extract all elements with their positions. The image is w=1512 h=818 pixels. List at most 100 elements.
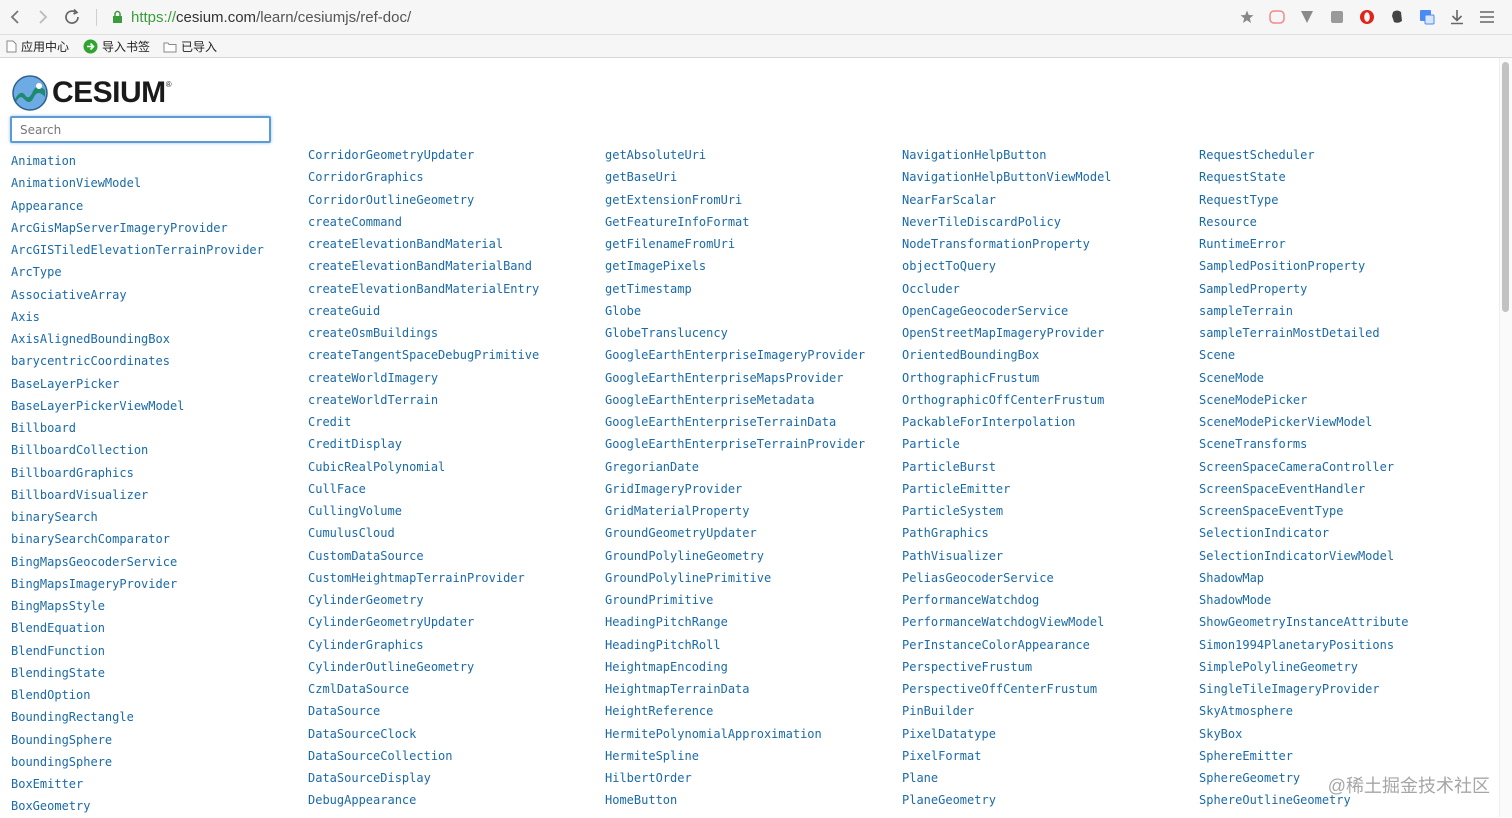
api-link[interactable]: CumulusCloud bbox=[308, 522, 539, 544]
api-link[interactable]: PerformanceWatchdog bbox=[902, 589, 1112, 611]
api-link[interactable]: PinBuilder bbox=[902, 700, 1112, 722]
api-link[interactable]: HilbertOrder bbox=[605, 767, 865, 789]
api-link[interactable]: GoogleEarthEnterpriseTerrainData bbox=[605, 411, 865, 433]
api-link[interactable]: binarySearch bbox=[11, 506, 264, 528]
api-link[interactable]: HeightReference bbox=[605, 700, 865, 722]
api-link[interactable]: CylinderGraphics bbox=[308, 634, 539, 656]
pocket-icon[interactable] bbox=[1262, 6, 1292, 28]
api-link[interactable]: PackableForInterpolation bbox=[902, 411, 1112, 433]
api-link[interactable]: SelectionIndicator bbox=[1199, 522, 1409, 544]
puzzle-icon[interactable] bbox=[1322, 6, 1352, 28]
api-link[interactable]: PerformanceWatchdogViewModel bbox=[902, 611, 1112, 633]
api-link[interactable]: getFilenameFromUri bbox=[605, 233, 865, 255]
api-link[interactable]: HeadingPitchRange bbox=[605, 611, 865, 633]
api-link[interactable]: NavigationHelpButtonViewModel bbox=[902, 166, 1112, 188]
api-link[interactable]: BlendEquation bbox=[11, 617, 264, 639]
api-link[interactable]: CullingVolume bbox=[308, 500, 539, 522]
star-icon[interactable] bbox=[1232, 6, 1262, 28]
api-link[interactable]: CorridorOutlineGeometry bbox=[308, 189, 539, 211]
api-link[interactable]: OpenCageGeocoderService bbox=[902, 300, 1112, 322]
api-link[interactable]: PlaneGeometry bbox=[902, 789, 1112, 811]
api-link[interactable]: ParticleSystem bbox=[902, 500, 1112, 522]
api-link[interactable]: Occluder bbox=[902, 278, 1112, 300]
api-link[interactable]: HermiteSpline bbox=[605, 745, 865, 767]
api-link[interactable]: Billboard bbox=[11, 417, 264, 439]
api-link[interactable]: BingMapsStyle bbox=[11, 595, 264, 617]
api-link[interactable]: getExtensionFromUri bbox=[605, 189, 865, 211]
api-link[interactable]: AnimationViewModel bbox=[11, 172, 264, 194]
api-link[interactable]: ArcType bbox=[11, 261, 264, 283]
bookmark-imported-folder[interactable]: 已导入 bbox=[163, 38, 217, 55]
api-link[interactable]: AssociativeArray bbox=[11, 284, 264, 306]
api-link[interactable]: CylinderGeometryUpdater bbox=[308, 611, 539, 633]
menu-icon[interactable] bbox=[1472, 6, 1502, 28]
api-link[interactable]: Resource bbox=[1199, 211, 1409, 233]
translate-icon[interactable] bbox=[1412, 6, 1442, 28]
scrollbar-thumb[interactable] bbox=[1502, 62, 1509, 312]
api-link[interactable]: createWorldTerrain bbox=[308, 389, 539, 411]
api-link[interactable]: SceneModePicker bbox=[1199, 389, 1409, 411]
reload-icon[interactable] bbox=[63, 8, 81, 26]
api-link[interactable]: OrthographicOffCenterFrustum bbox=[902, 389, 1112, 411]
api-link[interactable]: ArcGISTiledElevationTerrainProvider bbox=[11, 239, 264, 261]
api-link[interactable]: ShadowMap bbox=[1199, 567, 1409, 589]
opera-icon[interactable] bbox=[1352, 6, 1382, 28]
api-link[interactable]: getTimestamp bbox=[605, 278, 865, 300]
api-link[interactable]: CreditDisplay bbox=[308, 433, 539, 455]
api-link[interactable]: ParticleBurst bbox=[902, 456, 1112, 478]
api-link[interactable]: ScreenSpaceEventType bbox=[1199, 500, 1409, 522]
bookmark-app-center[interactable]: 应用中心 bbox=[6, 38, 69, 55]
api-link[interactable]: createElevationBandMaterialEntry bbox=[308, 278, 539, 300]
api-link[interactable]: SampledProperty bbox=[1199, 278, 1409, 300]
api-link[interactable]: SampledPositionProperty bbox=[1199, 255, 1409, 277]
api-link[interactable]: BillboardCollection bbox=[11, 439, 264, 461]
api-link[interactable]: RequestScheduler bbox=[1199, 144, 1409, 166]
shield-icon[interactable] bbox=[1292, 6, 1322, 28]
api-link[interactable]: OrthographicFrustum bbox=[902, 367, 1112, 389]
api-link[interactable]: Plane bbox=[902, 767, 1112, 789]
api-link[interactable]: OrientedBoundingBox bbox=[902, 344, 1112, 366]
api-link[interactable]: BingMapsImageryProvider bbox=[11, 573, 264, 595]
api-link[interactable]: HeightmapEncoding bbox=[605, 656, 865, 678]
page-scrollbar[interactable] bbox=[1499, 58, 1512, 817]
api-link[interactable]: DataSource bbox=[308, 700, 539, 722]
api-link[interactable]: Simon1994PlanetaryPositions bbox=[1199, 634, 1409, 656]
api-link[interactable]: sampleTerrainMostDetailed bbox=[1199, 322, 1409, 344]
api-link[interactable]: ScreenSpaceCameraController bbox=[1199, 456, 1409, 478]
download-icon[interactable] bbox=[1442, 6, 1472, 28]
api-link[interactable]: PeliasGeocoderService bbox=[902, 567, 1112, 589]
api-link[interactable]: GoogleEarthEnterpriseMapsProvider bbox=[605, 367, 865, 389]
api-link[interactable]: BoundingSphere bbox=[11, 729, 264, 751]
api-link[interactable]: CullFace bbox=[308, 478, 539, 500]
api-link[interactable]: GlobeTranslucency bbox=[605, 322, 865, 344]
api-link[interactable]: BoundingRectangle bbox=[11, 706, 264, 728]
api-link[interactable]: SceneModePickerViewModel bbox=[1199, 411, 1409, 433]
api-link[interactable]: objectToQuery bbox=[902, 255, 1112, 277]
api-link[interactable]: SingleTileImageryProvider bbox=[1199, 678, 1409, 700]
api-link[interactable]: CustomHeightmapTerrainProvider bbox=[308, 567, 539, 589]
api-link[interactable]: CubicRealPolynomial bbox=[308, 456, 539, 478]
api-link[interactable]: createGuid bbox=[308, 300, 539, 322]
api-link[interactable]: SphereEmitter bbox=[1199, 745, 1409, 767]
search-input[interactable] bbox=[10, 116, 271, 143]
api-link[interactable]: CorridorGeometryUpdater bbox=[308, 144, 539, 166]
api-link[interactable]: ArcGisMapServerImageryProvider bbox=[11, 217, 264, 239]
api-link[interactable]: BaseLayerPicker bbox=[11, 373, 264, 395]
api-link[interactable]: GroundPolylineGeometry bbox=[605, 545, 865, 567]
address-bar[interactable]: https://cesium.com/learn/cesiumjs/ref-do… bbox=[131, 9, 411, 26]
api-link[interactable]: DebugAppearance bbox=[308, 789, 539, 811]
api-link[interactable]: CorridorGraphics bbox=[308, 166, 539, 188]
api-link[interactable]: SimplePolylineGeometry bbox=[1199, 656, 1409, 678]
api-link[interactable]: HomeButton bbox=[605, 789, 865, 811]
api-link[interactable]: SelectionIndicatorViewModel bbox=[1199, 545, 1409, 567]
api-link[interactable]: ShowGeometryInstanceAttribute bbox=[1199, 611, 1409, 633]
api-link[interactable]: NeverTileDiscardPolicy bbox=[902, 211, 1112, 233]
api-link[interactable]: Animation bbox=[11, 150, 264, 172]
api-link[interactable]: RuntimeError bbox=[1199, 233, 1409, 255]
api-link[interactable]: SceneTransforms bbox=[1199, 433, 1409, 455]
api-link[interactable]: barycentricCoordinates bbox=[11, 350, 264, 372]
api-link[interactable]: DataSourceDisplay bbox=[308, 767, 539, 789]
api-link[interactable]: BoxEmitter bbox=[11, 773, 264, 795]
bookmark-import[interactable]: 导入书签 bbox=[83, 38, 150, 55]
cesium-logo[interactable]: CESIUM ® bbox=[12, 74, 172, 112]
